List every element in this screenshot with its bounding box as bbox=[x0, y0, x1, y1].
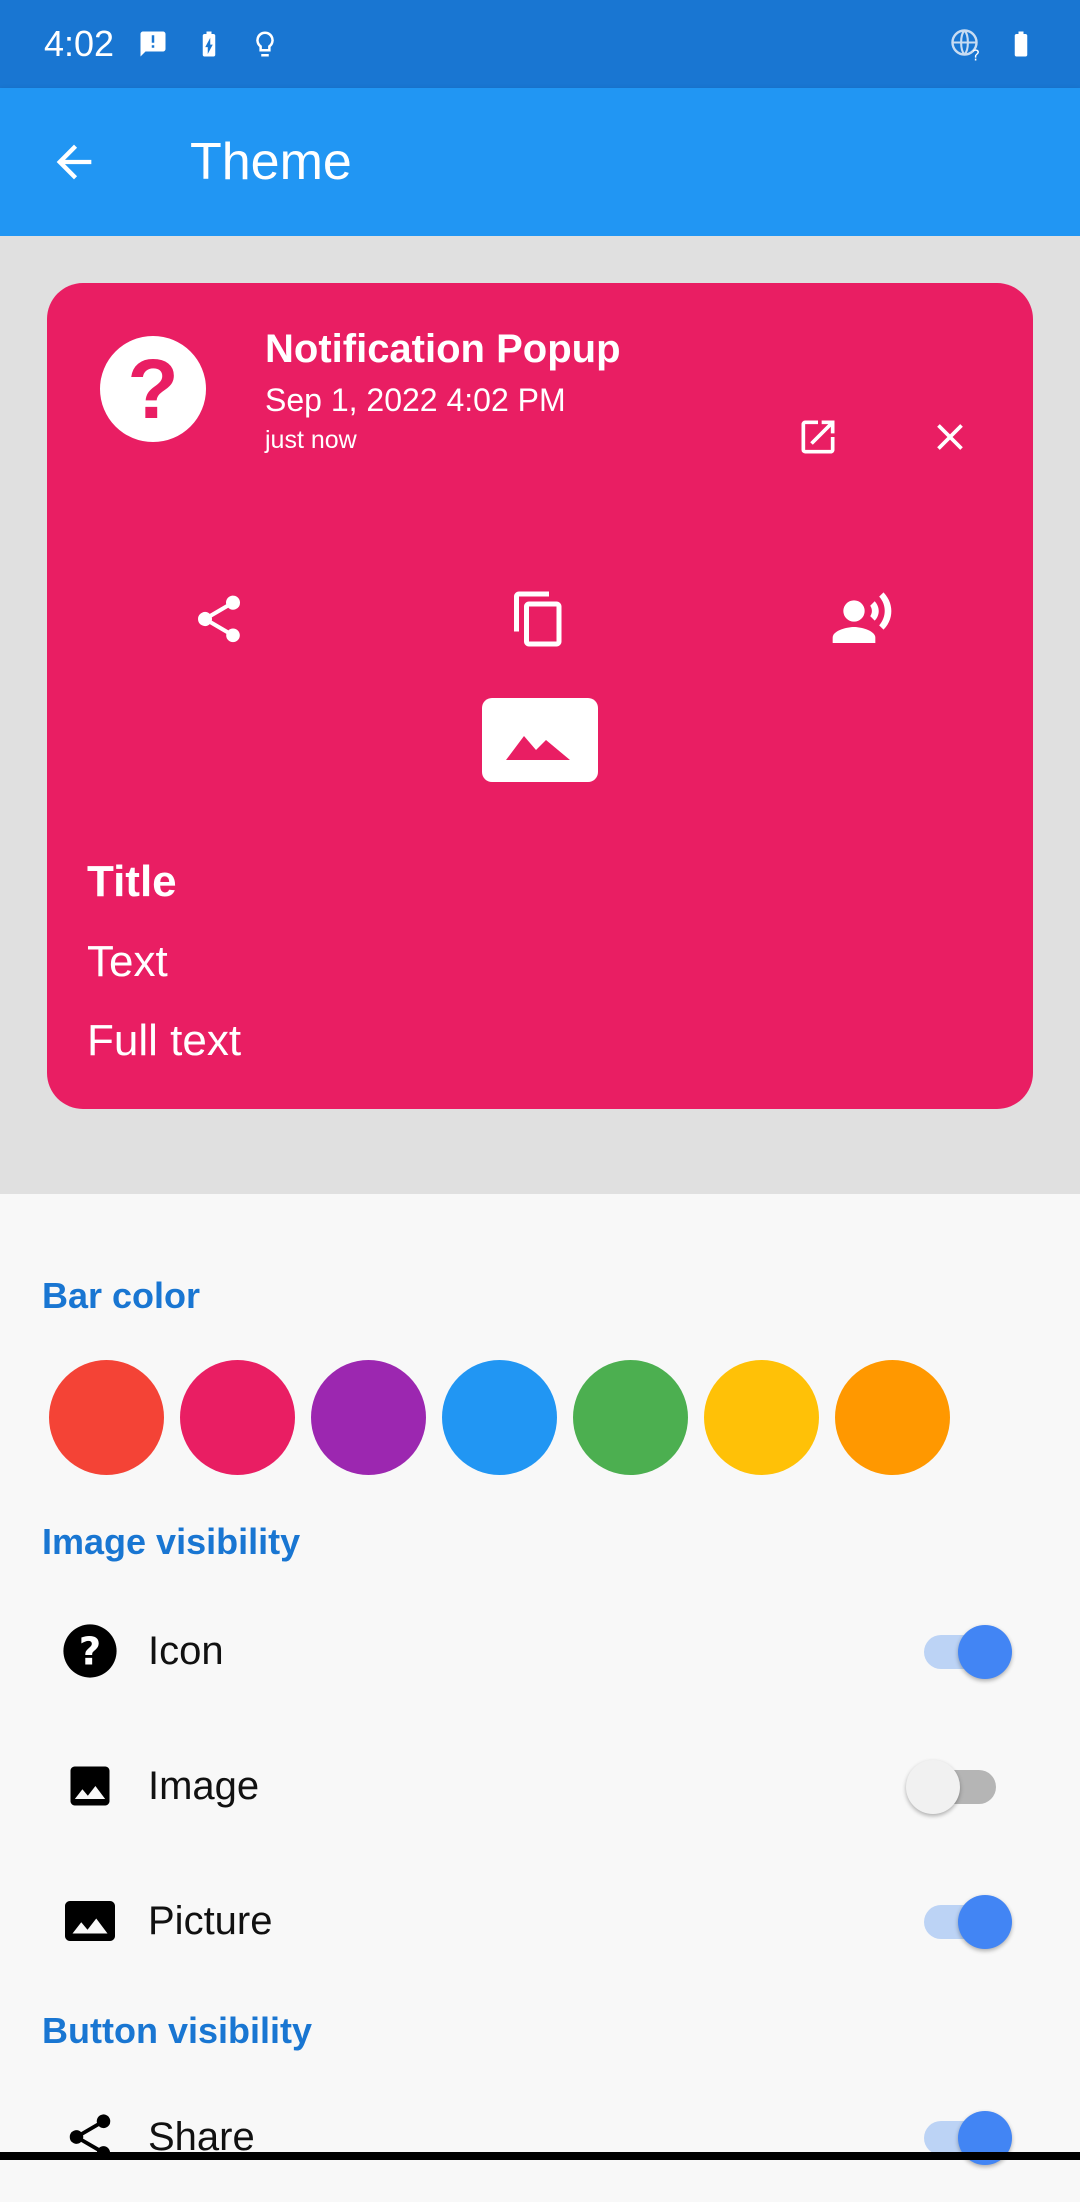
color-swatch-1[interactable] bbox=[49, 1360, 164, 1475]
notification-body-title: Title bbox=[87, 857, 177, 906]
picture-icon bbox=[58, 1889, 122, 1953]
status-time: 4:02 bbox=[44, 23, 115, 64]
help-icon: ? bbox=[100, 336, 206, 442]
setting-row-image[interactable]: Image bbox=[0, 1721, 1080, 1851]
color-swatch-7[interactable] bbox=[835, 1360, 950, 1475]
icon-visibility-toggle[interactable] bbox=[912, 1621, 1012, 1681]
notification-title: Notification Popup bbox=[265, 327, 621, 371]
close-icon bbox=[937, 424, 963, 450]
setting-label-image: Image bbox=[148, 1763, 260, 1808]
picture-preview bbox=[482, 698, 598, 782]
image-visibility-heading: Image visibility bbox=[42, 1521, 301, 1562]
setting-row-share[interactable]: Share bbox=[0, 2072, 1080, 2202]
lightbulb-icon bbox=[256, 31, 274, 57]
notification-body-text: Text bbox=[87, 937, 168, 986]
preview-area: ? Notification Popup Sep 1, 2022 4:02 PM… bbox=[0, 236, 1080, 1194]
color-swatch-6[interactable] bbox=[704, 1360, 819, 1475]
close-button[interactable] bbox=[905, 392, 995, 482]
open-external-icon bbox=[801, 420, 835, 454]
copy-icon bbox=[514, 591, 562, 647]
setting-label-icon: Icon bbox=[148, 1628, 224, 1673]
share-button[interactable] bbox=[174, 574, 264, 664]
button-visibility-heading: Button visibility bbox=[42, 2010, 312, 2051]
setting-label-picture: Picture bbox=[148, 1898, 273, 1943]
record-voice-icon bbox=[832, 592, 892, 643]
notification-date: Sep 1, 2022 4:02 PM bbox=[265, 382, 566, 418]
setting-row-picture[interactable]: Picture bbox=[0, 1856, 1080, 1986]
landscape-icon bbox=[506, 736, 570, 760]
color-swatch-2[interactable] bbox=[180, 1360, 295, 1475]
svg-text:?: ? bbox=[79, 1629, 101, 1674]
color-swatch-3[interactable] bbox=[311, 1360, 426, 1475]
copy-button[interactable] bbox=[494, 574, 584, 664]
app-bar: Theme bbox=[0, 88, 1080, 236]
picture-visibility-toggle[interactable] bbox=[912, 1891, 1012, 1951]
notification-body-full-text: Full text bbox=[87, 1016, 242, 1065]
arrow-back-icon bbox=[56, 144, 92, 180]
bar-color-heading: Bar color bbox=[42, 1275, 201, 1316]
speak-button[interactable] bbox=[817, 574, 907, 664]
page-title: Theme bbox=[190, 133, 352, 191]
open-external-button[interactable] bbox=[773, 392, 863, 482]
color-swatch-5[interactable] bbox=[573, 1360, 688, 1475]
back-button[interactable] bbox=[0, 88, 148, 236]
notification-relative-time: just now bbox=[265, 426, 357, 454]
network-unknown-icon: ? bbox=[951, 29, 980, 63]
color-swatch-4[interactable] bbox=[442, 1360, 557, 1475]
status-bar: 4:02 ? bbox=[0, 0, 1080, 88]
screen-bottom-edge bbox=[0, 2152, 1080, 2160]
notification-preview-card: ? Notification Popup Sep 1, 2022 4:02 PM… bbox=[47, 283, 1033, 1109]
image-icon bbox=[58, 1754, 122, 1818]
image-visibility-toggle[interactable] bbox=[906, 1756, 1006, 1816]
battery-saver-icon bbox=[202, 31, 216, 57]
battery-icon bbox=[1014, 31, 1028, 57]
message-alert-icon bbox=[140, 31, 166, 57]
help-circle-icon: ? bbox=[58, 1619, 122, 1683]
svg-text:?: ? bbox=[972, 47, 980, 63]
share-icon bbox=[197, 595, 241, 643]
setting-row-icon[interactable]: ? Icon bbox=[0, 1586, 1080, 1716]
